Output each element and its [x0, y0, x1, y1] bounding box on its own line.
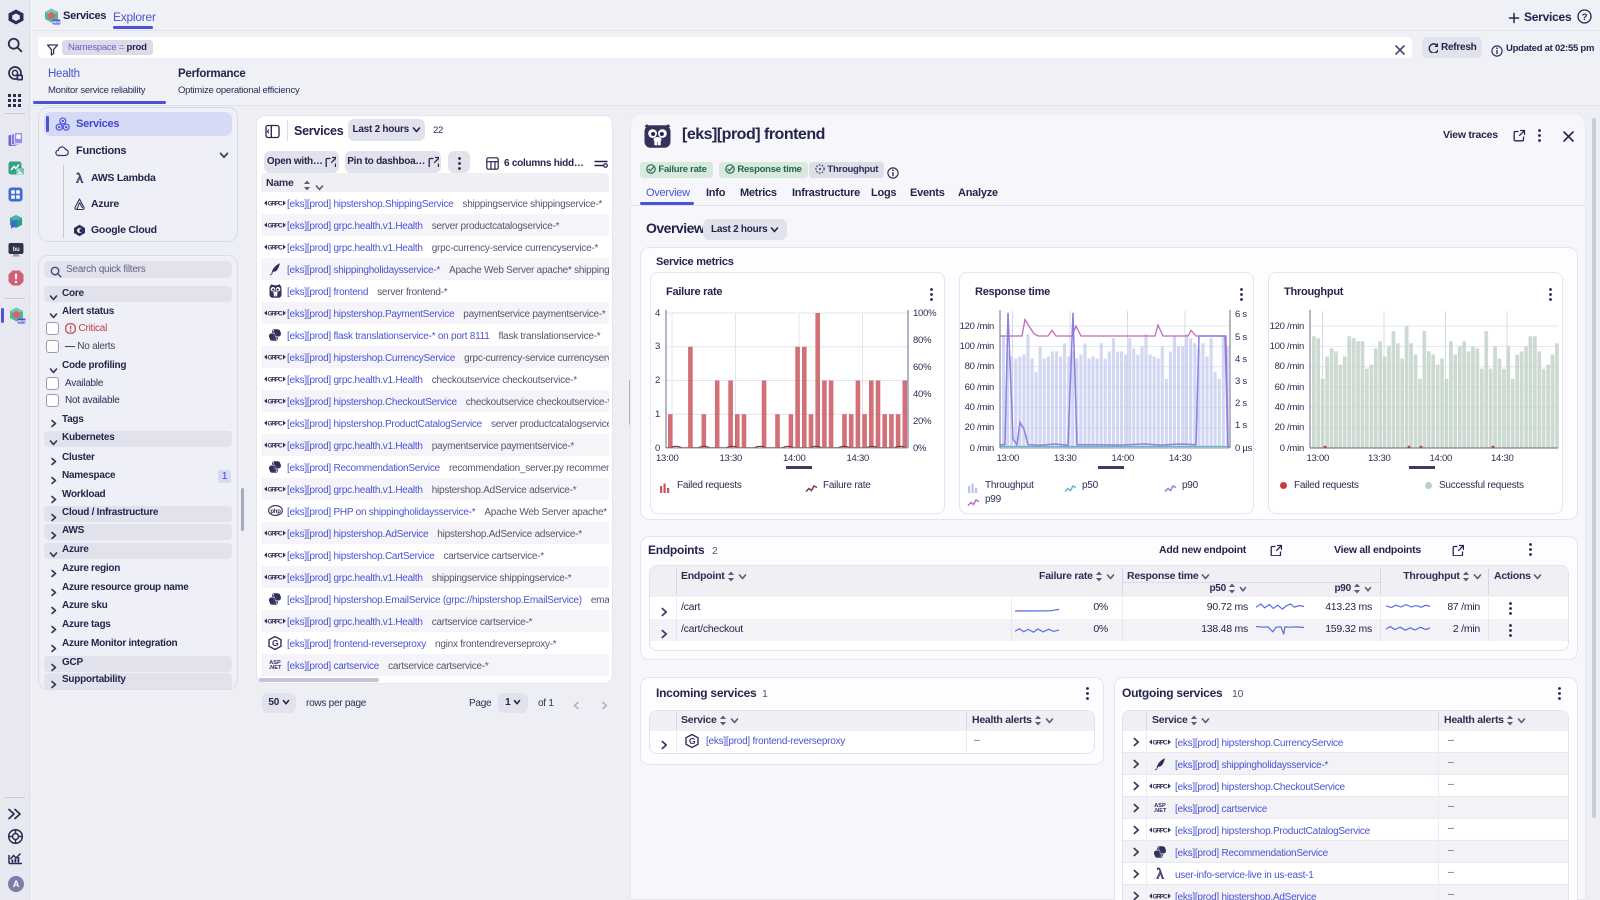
svg-text:GRPC: GRPC: [1153, 739, 1168, 746]
svg-text:G: G: [689, 736, 696, 746]
svg-text:GRPC: GRPC: [1153, 827, 1168, 834]
svg-text:λ: λ: [1156, 867, 1164, 881]
svg-text:GRPC: GRPC: [1153, 893, 1168, 900]
svg-text:GRPC: GRPC: [1153, 783, 1168, 790]
